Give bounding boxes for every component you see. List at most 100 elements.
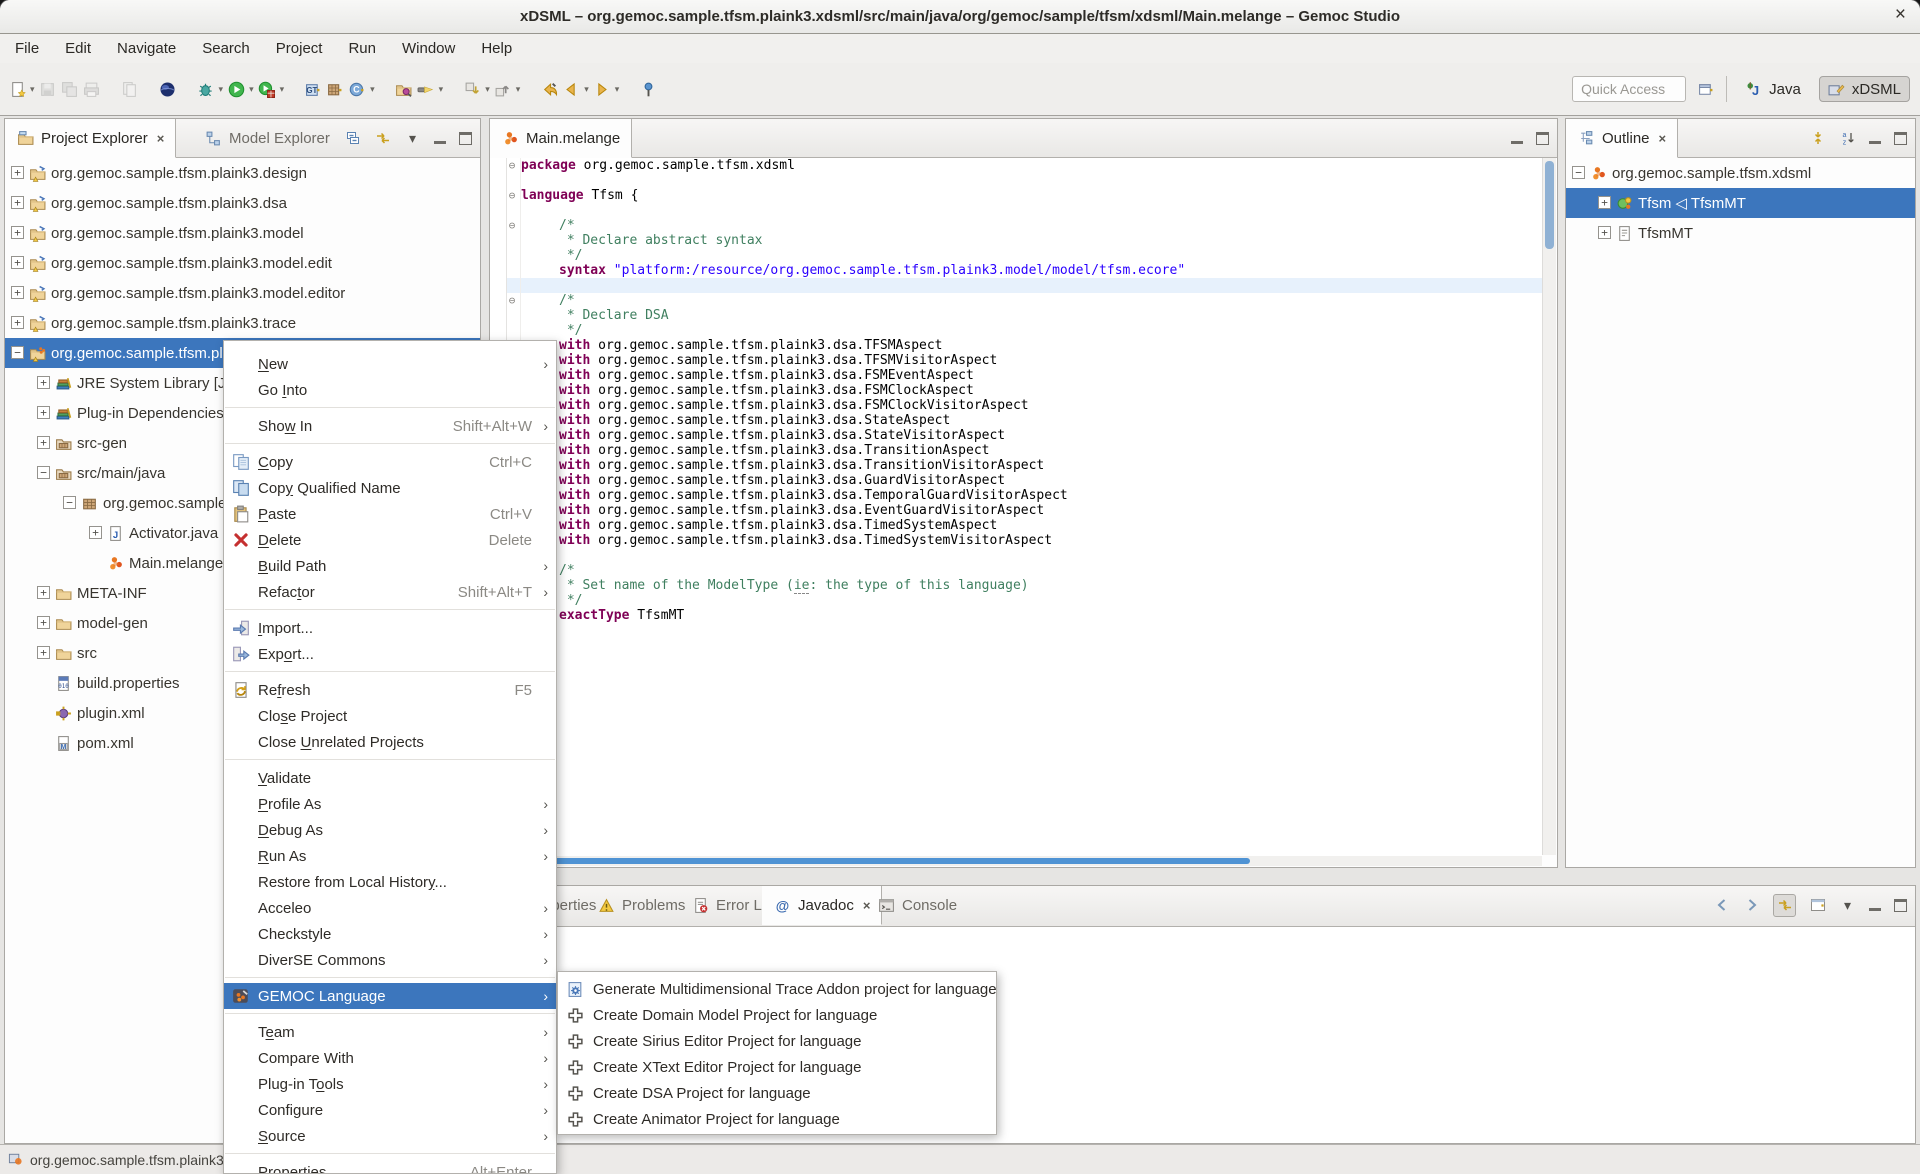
back-icon[interactable] xyxy=(1713,897,1730,914)
menu-item-debug-as[interactable]: Debug As› xyxy=(224,817,556,843)
expand-toggle[interactable]: + xyxy=(11,256,24,269)
expand-toggle[interactable]: + xyxy=(11,316,24,329)
submenu-item-create-domain-model[interactable]: Create Domain Model Project for language xyxy=(558,1002,996,1028)
new-gemoc-language-project-button[interactable]: GT xyxy=(302,75,324,103)
menu-item-diverse-commons[interactable]: DiverSE Commons› xyxy=(224,947,556,973)
menu-file[interactable]: File xyxy=(2,35,52,62)
collapse-toggle[interactable]: − xyxy=(37,466,50,479)
menu-search[interactable]: Search xyxy=(189,35,263,62)
tab-project-explorer[interactable]: Project Explorer× xyxy=(5,119,176,158)
tab-close-icon[interactable]: × xyxy=(155,131,165,146)
tab-console[interactable]: Console xyxy=(866,886,968,924)
menu-item-build-path[interactable]: Build Path› xyxy=(224,553,556,579)
tree-row[interactable]: +org.gemoc.sample.tfsm.plaink3.model xyxy=(5,218,480,248)
editor-horizontal-scrollbar[interactable] xyxy=(491,856,1542,866)
chevron-down-icon[interactable]: ▾ xyxy=(483,84,492,95)
expand-toggle[interactable]: + xyxy=(1598,196,1611,209)
chevron-down-icon[interactable]: ▾ xyxy=(437,84,446,95)
quick-access-input[interactable] xyxy=(1572,76,1686,102)
fold-marker-icon[interactable]: ⊖ xyxy=(505,158,519,173)
chevron-down-icon[interactable]: ▾ xyxy=(514,84,523,95)
submenu-item-generate-multidimensional-trace[interactable]: Generate Multidimensional Trace Addon pr… xyxy=(558,976,996,1002)
new-wizard-button[interactable] xyxy=(6,75,28,103)
pin-editor-button[interactable] xyxy=(637,75,659,103)
menu-item-configure[interactable]: Configure› xyxy=(224,1097,556,1123)
next-annotation-button[interactable] xyxy=(461,75,483,103)
tab-main-melange[interactable]: Main.melange xyxy=(490,119,632,158)
perspective-java[interactable]: JJava xyxy=(1736,76,1810,102)
expand-toggle[interactable]: + xyxy=(89,526,102,539)
menu-project[interactable]: Project xyxy=(263,35,336,62)
focus-icon[interactable] xyxy=(1809,130,1826,147)
tree-row[interactable]: +Tfsm ◁ TfsmMT xyxy=(1566,188,1915,218)
maximize-icon[interactable] xyxy=(1894,899,1907,912)
menu-item-export[interactable]: Export... xyxy=(224,641,556,667)
menu-navigate[interactable]: Navigate xyxy=(104,35,189,62)
expand-toggle[interactable]: + xyxy=(11,166,24,179)
web-browser-button[interactable] xyxy=(157,75,179,103)
menu-item-run-as[interactable]: Run As› xyxy=(224,843,556,869)
open-console-icon[interactable] xyxy=(1809,897,1826,914)
submenu-item-create-animator-project[interactable]: Create Animator Project for language xyxy=(558,1106,996,1132)
fold-marker-icon[interactable]: ⊖ xyxy=(505,218,519,233)
sort-icon[interactable]: az xyxy=(1839,130,1856,147)
minimize-icon[interactable] xyxy=(1511,141,1523,144)
link-with-editor-icon[interactable] xyxy=(374,130,391,147)
chevron-down-icon[interactable]: ▾ xyxy=(368,84,377,95)
expand-toggle[interactable]: + xyxy=(1598,226,1611,239)
chevron-down-icon[interactable]: ▾ xyxy=(278,84,287,95)
tab-close-icon[interactable]: × xyxy=(1657,131,1667,146)
expand-toggle[interactable]: + xyxy=(11,196,24,209)
collapse-toggle[interactable]: − xyxy=(63,496,76,509)
expand-toggle[interactable]: + xyxy=(37,616,50,629)
tree-row[interactable]: +TfsmMT xyxy=(1566,218,1915,248)
menu-item-show-in[interactable]: Show InShift+Alt+W› xyxy=(224,413,556,439)
window-close-icon[interactable]: × xyxy=(1895,4,1906,26)
checkstyle-button[interactable]: C xyxy=(346,75,368,103)
tree-row[interactable]: +org.gemoc.sample.tfsm.plaink3.design xyxy=(5,158,480,188)
menu-item-compare-with[interactable]: Compare With› xyxy=(224,1045,556,1071)
tab-model-explorer[interactable]: Model Explorer xyxy=(193,119,341,157)
debug-button[interactable] xyxy=(195,75,217,103)
fold-marker-icon[interactable]: ⊖ xyxy=(505,188,519,203)
menu-run[interactable]: Run xyxy=(335,35,389,62)
maximize-icon[interactable] xyxy=(459,132,472,145)
menu-item-team[interactable]: Team› xyxy=(224,1019,556,1045)
submenu-item-create-xtext-editor[interactable]: Create XText Editor Project for language xyxy=(558,1054,996,1080)
previous-annotation-button[interactable] xyxy=(492,75,514,103)
menu-item-plug-in-tools[interactable]: Plug-in Tools› xyxy=(224,1071,556,1097)
open-search-folder-button[interactable] xyxy=(393,75,415,103)
expand-toggle[interactable]: + xyxy=(37,646,50,659)
forward-history-button[interactable] xyxy=(591,75,613,103)
menu-item-paste[interactable]: PasteCtrl+V xyxy=(224,501,556,527)
view-menu-icon[interactable]: ▾ xyxy=(1839,897,1856,914)
menu-item-import[interactable]: Import... xyxy=(224,615,556,641)
run-button[interactable] xyxy=(225,75,247,103)
horizontal-scroll-thumb[interactable] xyxy=(492,858,1250,864)
menu-item-validate[interactable]: Validate xyxy=(224,765,556,791)
tree-row[interactable]: +org.gemoc.sample.tfsm.plaink3.dsa xyxy=(5,188,480,218)
expand-toggle[interactable]: + xyxy=(11,286,24,299)
editor-vertical-scrollbar[interactable] xyxy=(1542,158,1556,855)
minimize-icon[interactable] xyxy=(1869,908,1881,911)
menu-item-profile-as[interactable]: Profile As› xyxy=(224,791,556,817)
menu-item-close-project[interactable]: Close Project xyxy=(224,703,556,729)
collapse-all-icon[interactable] xyxy=(344,130,361,147)
chevron-down-icon[interactable]: ▾ xyxy=(613,84,622,95)
menu-edit[interactable]: Edit xyxy=(52,35,104,62)
menu-item-go-into[interactable]: Go Into xyxy=(224,377,556,403)
menu-item-restore-from-local-history[interactable]: Restore from Local History... xyxy=(224,869,556,895)
menu-item-checkstyle[interactable]: Checkstyle› xyxy=(224,921,556,947)
tab-javadoc[interactable]: @Javadoc× xyxy=(762,886,882,925)
menu-help[interactable]: Help xyxy=(468,35,525,62)
menu-item-copy[interactable]: CopyCtrl+C xyxy=(224,449,556,475)
menu-item-new[interactable]: New› xyxy=(224,351,556,377)
maximize-icon[interactable] xyxy=(1894,132,1907,145)
collapse-toggle[interactable]: − xyxy=(1572,166,1585,179)
menu-window[interactable]: Window xyxy=(389,35,468,62)
menu-item-properties[interactable]: PropertiesAlt+Enter xyxy=(224,1159,556,1174)
chevron-down-icon[interactable]: ▾ xyxy=(28,84,37,95)
expand-toggle[interactable]: + xyxy=(37,376,50,389)
open-perspective-button[interactable] xyxy=(1695,75,1717,103)
expand-toggle[interactable]: + xyxy=(37,586,50,599)
